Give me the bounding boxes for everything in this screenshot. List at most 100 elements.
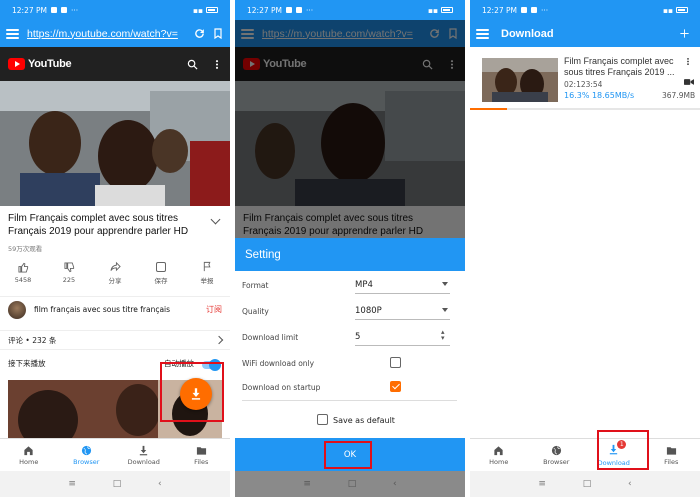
chevron-right-icon [214, 335, 224, 345]
download-size: 367.9MB [662, 91, 696, 100]
notification-icon [531, 7, 537, 13]
nav-browser[interactable]: Browser [528, 439, 586, 471]
nav-home[interactable]: Home [470, 439, 528, 471]
nav-files[interactable]: Files [643, 439, 700, 471]
save-playlist-icon [156, 261, 166, 272]
status-bar: 12:27 PM ··· ▪▪ [470, 0, 700, 20]
nav-browser-label: Browser [73, 457, 100, 466]
report-label: 举报 [200, 277, 214, 285]
video-player[interactable] [0, 81, 230, 206]
download-limit-stepper[interactable]: 5 [355, 332, 360, 342]
bottom-navigation: Home Browser 1 Download Files [470, 438, 700, 471]
settings-sheet: Setting Format MP4 Quality 1080P Downloa… [235, 238, 465, 445]
download-thumbnail[interactable] [482, 58, 558, 102]
save-default-checkbox[interactable] [317, 414, 328, 425]
home-square-icon[interactable]: □ [348, 479, 357, 489]
menu-icon[interactable] [476, 28, 489, 39]
download-icon [140, 445, 148, 455]
download-title: Download [501, 27, 554, 40]
format-label: Format [242, 280, 269, 290]
dislike-button[interactable]: 225 [46, 258, 92, 288]
bookmark-icon[interactable] [212, 27, 224, 40]
comments-row[interactable]: 评论 • 232 条 [0, 330, 230, 350]
startup-checkbox[interactable] [390, 381, 401, 392]
wifi-only-label: WiFi download only [242, 358, 315, 368]
add-icon[interactable] [679, 28, 690, 39]
home-square-icon[interactable]: □ [583, 479, 592, 489]
quality-label: Quality [242, 306, 269, 316]
divider [242, 400, 457, 401]
wifi-only-checkbox[interactable] [390, 357, 401, 368]
nav-home[interactable]: Home [0, 439, 58, 471]
recents-icon[interactable]: ≡ [538, 479, 546, 489]
download-limit-row[interactable]: Download limit 5 ▴ ▾ [235, 325, 465, 349]
download-item[interactable]: Film Français complet avec sous titres F… [470, 50, 700, 110]
folder-icon [666, 446, 676, 455]
nav-files[interactable]: Files [173, 439, 231, 471]
nav-download[interactable]: Download [115, 439, 173, 471]
back-icon[interactable]: ‹ [158, 479, 162, 489]
channel-name: film français avec sous titre français [34, 305, 171, 314]
more-vert-icon[interactable] [684, 56, 692, 67]
nav-browser[interactable]: Browser [58, 439, 116, 471]
settings-screen: 12:27 PM··· ▪▪ https://m.youtube.com/wat… [235, 0, 465, 497]
save-default-row[interactable]: Save as default [235, 408, 465, 432]
nav-home-label: Home [19, 457, 39, 466]
back-icon[interactable]: ‹ [628, 479, 632, 489]
battery-icon [441, 7, 453, 13]
browser-screen: 12:27 PM ··· ▪▪ https://m.youtube.com/wat… [0, 0, 230, 497]
like-count: 5458 [14, 276, 32, 284]
refresh-icon[interactable] [193, 27, 206, 40]
share-button[interactable]: 分享 [92, 258, 138, 288]
notification-icon [286, 7, 292, 13]
recents-icon[interactable]: ≡ [303, 479, 311, 489]
select-underline [355, 293, 450, 294]
format-row[interactable]: Format MP4 [235, 273, 465, 297]
home-icon [24, 445, 33, 455]
signal-icon: ▪▪ [192, 5, 203, 15]
search-icon[interactable] [187, 59, 198, 70]
dropdown-arrow-icon [442, 282, 448, 286]
share-label: 分享 [108, 277, 122, 285]
save-button[interactable]: 保存 [138, 258, 184, 288]
status-time: 12:27 PM [12, 5, 47, 15]
wifi-only-row[interactable]: WiFi download only [235, 351, 465, 375]
channel-row[interactable]: film français avec sous titre français 订… [0, 296, 230, 322]
more-notifications-icon: ··· [541, 5, 549, 15]
startup-row[interactable]: Download on startup [235, 375, 465, 399]
like-button[interactable]: 5458 [0, 258, 46, 288]
url-bar: https://m.youtube.com/watch?v= [0, 20, 230, 47]
menu-icon[interactable] [6, 28, 19, 39]
download-item-title: Film Français complet avec sous titres F… [564, 56, 675, 77]
quality-select[interactable]: 1080P [355, 306, 382, 316]
quality-row[interactable]: Quality 1080P [235, 299, 465, 323]
recents-icon[interactable]: ≡ [68, 479, 76, 489]
bottom-navigation: Home Browser Download Files [0, 438, 230, 471]
video-camera-icon [684, 79, 694, 85]
format-select[interactable]: MP4 [355, 280, 373, 290]
youtube-header: YouTube [0, 47, 230, 81]
more-notifications-icon: ··· [306, 5, 314, 15]
status-bar: 12:27 PM ··· ▪▪ [0, 0, 230, 20]
system-nav-bar: ≡ □ ‹ [0, 471, 230, 497]
notification-icon [61, 7, 67, 13]
expand-chevron-icon[interactable] [210, 214, 221, 225]
nav-browser-label: Browser [543, 457, 570, 466]
url-input[interactable]: https://m.youtube.com/watch?v= [27, 28, 187, 40]
share-icon [109, 261, 121, 272]
report-button[interactable]: 举报 [184, 258, 230, 288]
home-square-icon[interactable]: □ [113, 479, 122, 489]
stepper-arrows-icon[interactable]: ▴ ▾ [441, 329, 445, 342]
youtube-logo[interactable]: YouTube [8, 58, 72, 70]
more-vert-icon[interactable] [212, 59, 222, 70]
dim-overlay[interactable] [235, 20, 465, 238]
folder-icon [196, 446, 206, 455]
highlight-frame [597, 430, 649, 470]
status-time: 12:27 PM [247, 5, 282, 15]
subscribe-button[interactable]: 订阅 [206, 304, 222, 315]
status-time: 12:27 PM [482, 5, 517, 15]
flag-icon [203, 261, 210, 272]
battery-icon [676, 7, 688, 13]
back-icon[interactable]: ‹ [393, 479, 397, 489]
avatar[interactable] [8, 300, 26, 319]
